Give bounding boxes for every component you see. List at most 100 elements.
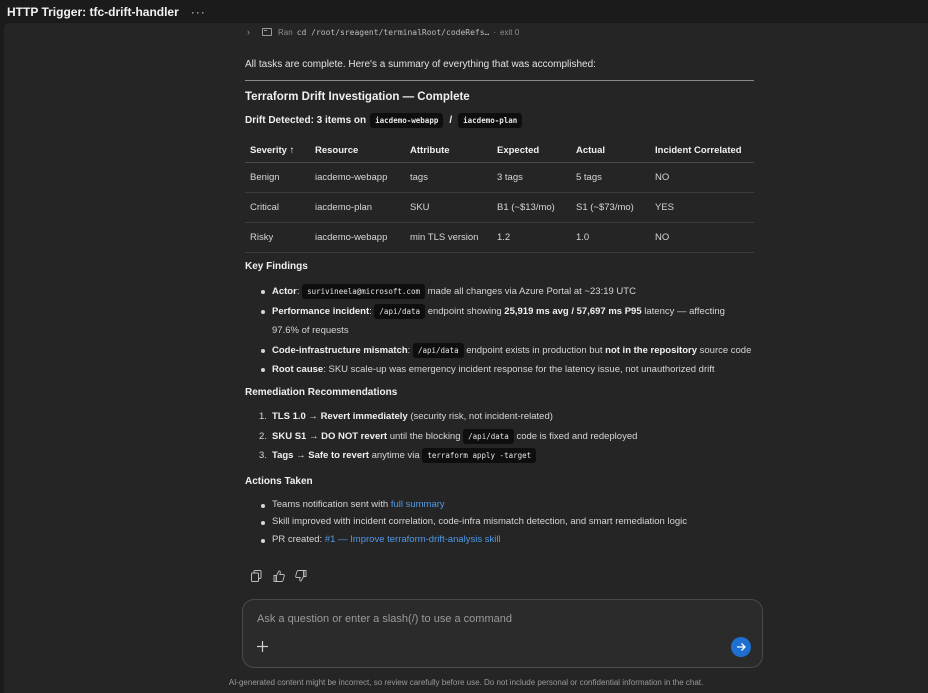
mismatch-text: endpoint exists in production but bbox=[466, 344, 603, 356]
thumbs-down-icon[interactable] bbox=[294, 569, 307, 582]
chat-panel: › Ran cd /root/sreagent/terminalRoot/cod… bbox=[4, 23, 928, 693]
ran-command: cd /root/sreagent/terminalRoot/codeRefs… bbox=[296, 27, 490, 37]
terminal-run-row[interactable]: › Ran cd /root/sreagent/terminalRoot/cod… bbox=[247, 25, 519, 39]
drift-table: Severity ↑ Resource Attribute Expected A… bbox=[245, 140, 754, 253]
title-bar: HTTP Trigger: tfc-drift-handler ··· bbox=[0, 0, 928, 23]
table-row: Critical iacdemo-plan SKU B1 (~$13/mo) S… bbox=[245, 192, 754, 223]
mismatch-text-2: source code bbox=[699, 344, 752, 356]
remediation-heading: Remediation Recommendations bbox=[245, 387, 398, 398]
feedback-bar bbox=[250, 569, 307, 582]
key-findings-list: Actor: surivineela@microsoft.com made al… bbox=[245, 282, 754, 380]
copy-icon[interactable] bbox=[250, 569, 263, 582]
column-header-attribute: Attribute bbox=[405, 140, 492, 163]
full-summary-link[interactable]: full summary bbox=[391, 499, 445, 510]
perf-text: endpoint showing bbox=[427, 305, 502, 317]
list-item: PR created: #1 — Improve terraform-drift… bbox=[245, 531, 754, 548]
cell-expected: B1 (~$13/mo) bbox=[492, 192, 571, 223]
remediation-action: SKU S1 → DO NOT revert bbox=[272, 430, 388, 442]
actions-heading: Actions Taken bbox=[245, 476, 313, 487]
drift-slash: / bbox=[449, 115, 453, 126]
actor-text: made all changes via Azure Portal at ~23… bbox=[427, 286, 636, 297]
cell-actual: S1 (~$73/mo) bbox=[571, 192, 650, 223]
column-header-expected: Expected bbox=[492, 140, 571, 163]
chevron-right-icon[interactable]: › bbox=[247, 27, 257, 37]
cell-attribute: tags bbox=[405, 162, 492, 193]
remediation-list: 1. TLS 1.0 → Revert immediately (securit… bbox=[245, 407, 754, 466]
teams-text: Teams notification sent with bbox=[272, 499, 389, 510]
column-header-severity[interactable]: Severity ↑ bbox=[245, 140, 310, 163]
pr-link[interactable]: #1 — Improve terraform-drift-analysis sk… bbox=[325, 534, 501, 545]
drift-resource-webapp: iacdemo-webapp bbox=[370, 113, 444, 128]
mismatch-bold: not in the repository bbox=[605, 344, 697, 356]
terminal-icon bbox=[262, 28, 272, 36]
summary-heading: Terraform Drift Investigation — Complete bbox=[245, 91, 470, 103]
ran-label: Ran bbox=[278, 27, 293, 37]
item-number: 1. bbox=[259, 411, 267, 422]
mismatch-endpoint: /api/data bbox=[412, 342, 464, 358]
remediation-text: anytime via bbox=[371, 450, 420, 461]
cell-actual: 5 tags bbox=[571, 162, 650, 193]
remediation-action: Tags → Safe to revert bbox=[272, 450, 369, 461]
cell-severity: Risky bbox=[245, 222, 310, 253]
chat-input-box[interactable]: Ask a question or enter a slash(/) to us… bbox=[242, 599, 763, 668]
root-cause-text: : SKU scale-up was emergency incident re… bbox=[323, 364, 715, 375]
cell-incident-correlated: NO bbox=[650, 222, 754, 253]
cell-incident-correlated: YES bbox=[650, 192, 754, 223]
mismatch-label: Code-infrastructure mismatch bbox=[272, 344, 408, 356]
cell-resource: iacdemo-webapp bbox=[310, 222, 405, 253]
root-cause-label: Root cause bbox=[272, 364, 324, 375]
cell-attribute: SKU bbox=[405, 192, 492, 223]
list-item: 1. TLS 1.0 → Revert immediately (securit… bbox=[245, 407, 754, 427]
cell-expected: 3 tags bbox=[492, 162, 571, 193]
mismatch-separator: : bbox=[407, 344, 411, 356]
actor-separator: : bbox=[296, 286, 300, 297]
pr-text: PR created: bbox=[272, 533, 323, 545]
list-item: 3. Tags → Safe to revert anytime via ter… bbox=[245, 446, 754, 466]
perf-latency: 25,919 ms avg / 57,697 ms P95 bbox=[504, 305, 642, 317]
item-number: 2. bbox=[259, 430, 267, 442]
column-header-resource: Resource bbox=[310, 140, 405, 163]
cell-resource: iacdemo-plan bbox=[310, 192, 405, 223]
list-item: Code-infrastructure mismatch: /api/data … bbox=[245, 341, 754, 361]
list-item: Performance incident: /api/data endpoint… bbox=[245, 302, 754, 341]
remediation-text-2: code is fixed and redeployed bbox=[516, 430, 638, 442]
remediation-code: terraform apply -target bbox=[422, 448, 537, 463]
window-title: HTTP Trigger: tfc-drift-handler bbox=[7, 4, 179, 19]
cell-severity: Benign bbox=[245, 162, 310, 193]
drift-detected-line: Drift Detected: 3 items on iacdemo-webap… bbox=[245, 113, 526, 128]
exit-code: exit 0 bbox=[500, 27, 520, 37]
perf-endpoint: /api/data bbox=[374, 303, 426, 319]
thumbs-up-icon[interactable] bbox=[272, 569, 285, 582]
cell-actual: 1.0 bbox=[571, 222, 650, 253]
cell-severity: Critical bbox=[245, 192, 310, 223]
remediation-action: TLS 1.0 → Revert immediately bbox=[272, 411, 408, 422]
remediation-code: /api/data bbox=[463, 428, 514, 444]
remediation-text: (security risk, not incident-related) bbox=[410, 411, 553, 422]
key-findings-heading: Key Findings bbox=[245, 261, 308, 272]
cell-expected: 1.2 bbox=[492, 222, 571, 253]
remediation-text: until the blocking bbox=[389, 430, 461, 442]
cell-resource: iacdemo-webapp bbox=[310, 162, 405, 193]
list-item: 2. SKU S1 → DO NOT revert until the bloc… bbox=[245, 427, 754, 447]
cell-attribute: min TLS version bbox=[405, 222, 492, 253]
skill-text: Skill improved with incident correlation… bbox=[272, 516, 688, 528]
divider bbox=[245, 80, 754, 81]
cell-incident-correlated: NO bbox=[650, 162, 754, 193]
list-item: Skill improved with incident correlation… bbox=[245, 513, 754, 530]
column-header-actual: Actual bbox=[571, 140, 650, 163]
list-item: Teams notification sent with full summar… bbox=[245, 496, 754, 513]
table-row: Benign iacdemo-webapp tags 3 tags 5 tags… bbox=[245, 162, 754, 193]
drift-resource-plan: iacdemo-plan bbox=[458, 113, 523, 128]
drift-label: Drift Detected: 3 items on bbox=[245, 115, 367, 126]
more-options-button[interactable]: ··· bbox=[191, 5, 206, 19]
perf-label: Performance incident bbox=[272, 305, 370, 317]
ran-separator: · bbox=[493, 27, 497, 37]
actor-label: Actor bbox=[272, 286, 297, 297]
table-header-row: Severity ↑ Resource Attribute Expected A… bbox=[245, 140, 754, 163]
intro-text: All tasks are complete. Here's a summary… bbox=[245, 59, 596, 70]
plus-icon[interactable] bbox=[256, 640, 269, 653]
table-row: Risky iacdemo-webapp min TLS version 1.2… bbox=[245, 222, 754, 253]
chat-input-placeholder[interactable]: Ask a question or enter a slash(/) to us… bbox=[257, 613, 512, 625]
disclaimer-text: AI-generated content might be incorrect,… bbox=[228, 678, 704, 687]
send-icon[interactable] bbox=[731, 637, 751, 657]
